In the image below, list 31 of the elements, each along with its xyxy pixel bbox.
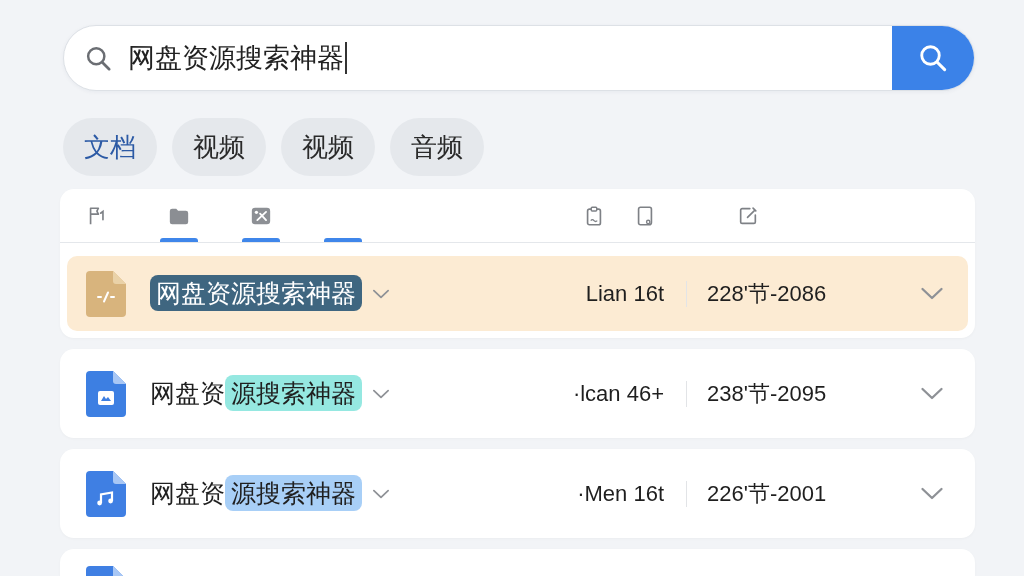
code-file-icon bbox=[86, 270, 126, 317]
chevron-down-icon[interactable] bbox=[920, 287, 944, 300]
result-title: 网盘资 源搜索神器 bbox=[150, 374, 362, 413]
category-tab[interactable]: 视频 bbox=[281, 118, 375, 176]
category-tab[interactable]: 文档 bbox=[63, 118, 157, 176]
result-row[interactable]: 网盘资 源搜索神器 ·Men 16t 226'节-2001 bbox=[67, 456, 968, 531]
chevron-down-icon[interactable] bbox=[372, 288, 390, 299]
edit-icon[interactable] bbox=[737, 205, 759, 227]
uploader-name: ·Men 16t bbox=[577, 480, 664, 508]
upload-date: 238'节-2095 bbox=[707, 380, 828, 408]
upload-date: 228'节-2086 bbox=[707, 280, 828, 308]
upload-date: 226'节-2001 bbox=[707, 480, 828, 508]
category-tab[interactable]: 音频 bbox=[390, 118, 484, 176]
chevron-down-icon[interactable] bbox=[372, 488, 390, 499]
result-title: 网盘资 源搜索神器 bbox=[150, 474, 362, 513]
result-row[interactable]: 网盘资源搜索神器 Lian 16t 228'节-2086 bbox=[67, 256, 968, 331]
category-tab[interactable]: 视频 bbox=[172, 118, 266, 176]
audio-file-icon bbox=[86, 470, 126, 517]
chevron-down-icon[interactable] bbox=[372, 388, 390, 399]
search-icon bbox=[918, 43, 948, 73]
search-field[interactable]: 网盘资源搜索神器 bbox=[64, 26, 892, 90]
chevron-down-icon[interactable] bbox=[920, 387, 944, 400]
broken-image-icon[interactable] bbox=[250, 205, 272, 227]
search-icon bbox=[85, 44, 112, 72]
chevron-down-icon[interactable] bbox=[920, 487, 944, 500]
uploader-name: ·lcan 46+ bbox=[572, 380, 664, 408]
uploader-name: Lian 16t bbox=[585, 280, 664, 308]
result-row[interactable]: 网盘资 源搜索神器 ·lcan 46+ 238'节-2095 bbox=[67, 356, 968, 431]
image-file-icon bbox=[86, 370, 126, 417]
search-button[interactable] bbox=[892, 26, 974, 90]
result-title: 网盘资源搜索神器 bbox=[150, 274, 362, 313]
